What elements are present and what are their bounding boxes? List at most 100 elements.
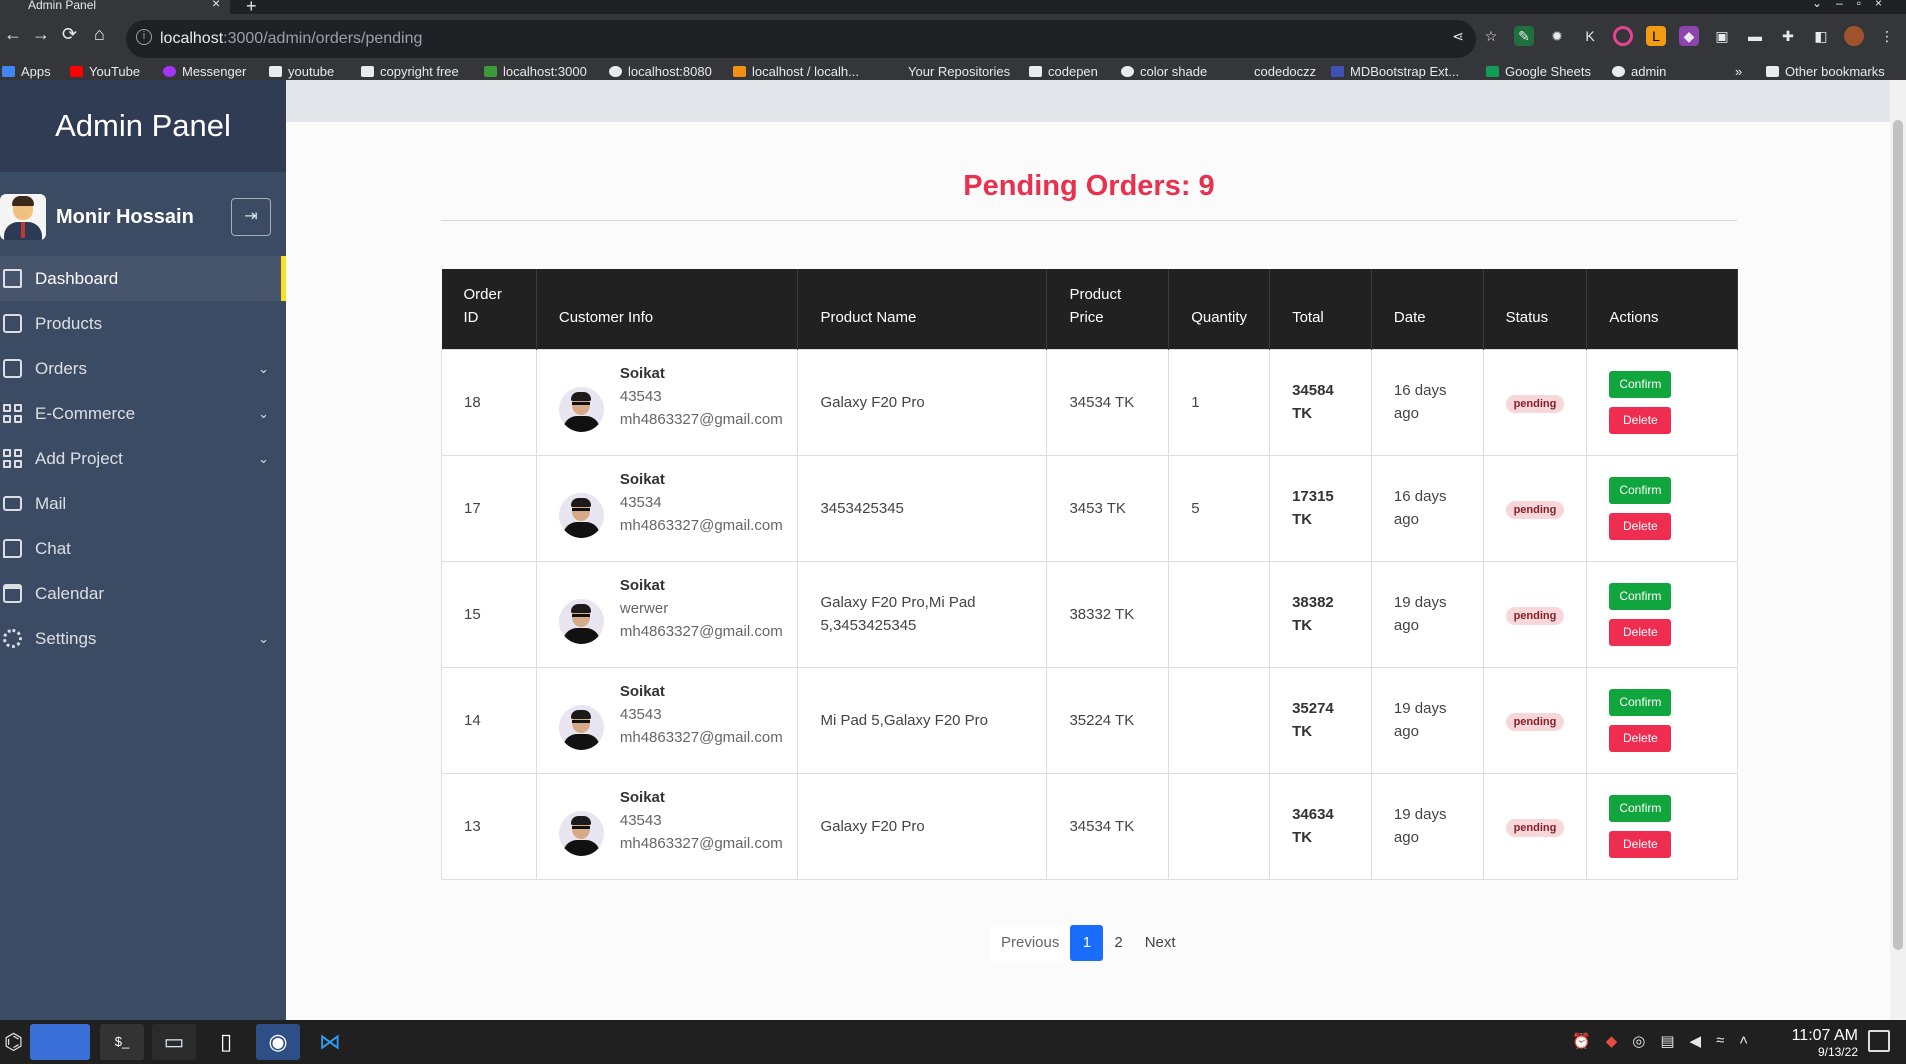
pagination-next[interactable]: Next xyxy=(1134,925,1187,961)
quantity-cell xyxy=(1168,560,1271,668)
sidebar-item-chat[interactable]: Chat xyxy=(0,526,286,571)
back-icon[interactable]: ← xyxy=(4,24,22,45)
delete-button[interactable]: Delete xyxy=(1609,724,1672,752)
menu-dots-icon[interactable]: ⋮ xyxy=(1877,26,1897,46)
show-desktop-icon[interactable] xyxy=(1868,1030,1890,1052)
bookmark-repositories[interactable]: Your Repositories xyxy=(889,64,1010,80)
delete-button[interactable]: Delete xyxy=(1609,830,1672,858)
pagination-page-1[interactable]: 1 xyxy=(1070,925,1104,961)
extension-icon[interactable]: K xyxy=(1580,26,1600,46)
extension-icon[interactable] xyxy=(1613,26,1633,46)
confirm-button[interactable]: Confirm xyxy=(1609,370,1672,398)
chrome-icon[interactable]: ◉ xyxy=(256,1024,300,1060)
sidebar-item-e-commerce[interactable]: E-Commerce ⌄ xyxy=(0,391,286,436)
site-info-icon[interactable]: i xyxy=(136,29,152,45)
confirm-button[interactable]: Confirm xyxy=(1609,476,1672,504)
table-row: 15 Soikat werwer mh4863327@gmail.com Gal… xyxy=(441,560,1738,668)
file-manager-icon[interactable]: ▭ xyxy=(152,1024,196,1060)
vscode-icon[interactable]: ⋈ xyxy=(308,1024,352,1060)
address-bar[interactable]: i localhost:3000/admin/orders/pending xyxy=(126,20,1476,58)
share-icon[interactable]: ⋖ xyxy=(1448,26,1468,46)
col-header-date[interactable]: Date xyxy=(1371,269,1484,349)
system-tray: ⏰ ◆ ◎ ▤ ◀ ≈ ˄ xyxy=(1572,1032,1748,1050)
sidebar-item-dashboard[interactable]: Dashboard xyxy=(0,256,286,301)
actions-cell: Confirm Delete xyxy=(1586,666,1738,774)
window-controls[interactable]: ⌄–▫× xyxy=(1812,0,1896,10)
bookmark-color-shade[interactable]: color shade xyxy=(1121,64,1207,80)
extension-icon[interactable]: ✹ xyxy=(1547,26,1567,46)
profile-avatar-icon[interactable] xyxy=(1844,26,1864,46)
col-header-order-id[interactable]: Order ID xyxy=(441,269,537,349)
pagination-page-2[interactable]: 2 xyxy=(1103,925,1133,961)
tray-expand-icon[interactable]: ˄ xyxy=(1739,1032,1748,1050)
forward-icon[interactable]: → xyxy=(32,24,50,45)
pagination-previous[interactable]: Previous xyxy=(990,925,1071,961)
bookmark-localhost-3000[interactable]: localhost:3000 xyxy=(484,64,587,80)
customer-email: mh4863327@gmail.com xyxy=(619,411,783,428)
bookmark-youtube-folder[interactable]: youtube xyxy=(269,64,334,80)
tab-close-icon[interactable]: × xyxy=(212,0,220,10)
volume-icon[interactable]: ◀ xyxy=(1690,1032,1702,1050)
bookmark-localhost-8080[interactable]: localhost:8080 xyxy=(609,64,712,80)
col-header-product-name[interactable]: Product Name xyxy=(797,269,1048,349)
star-icon[interactable]: ☆ xyxy=(1481,26,1501,46)
sidebar-item-settings[interactable]: Settings ⌄ xyxy=(0,616,286,661)
other-bookmarks[interactable]: Other bookmarks xyxy=(1766,64,1885,80)
sidebar-item-calendar[interactable]: Calendar xyxy=(0,571,286,616)
bookmark-messenger[interactable]: Messenger xyxy=(163,64,246,80)
logout-button[interactable]: ⇥ xyxy=(231,198,271,236)
confirm-button[interactable]: Confirm xyxy=(1609,688,1672,716)
col-header-status[interactable]: Status xyxy=(1483,269,1588,349)
sidebar: Admin Panel Monir Hossain ⇥ Dashboard Pr… xyxy=(0,80,286,1020)
bookmark-codepen[interactable]: codepen xyxy=(1029,64,1098,80)
document-viewer-icon[interactable]: ▯ xyxy=(204,1024,248,1060)
wifi-icon[interactable]: ≈ xyxy=(1716,1032,1724,1050)
bookmark-admin[interactable]: admin xyxy=(1612,64,1666,80)
bookmark-copyright-free[interactable]: copyright free xyxy=(361,64,459,80)
sidepanel-icon[interactable]: ◧ xyxy=(1811,26,1831,46)
extension-icon[interactable]: ◆ xyxy=(1679,26,1699,46)
customer-avatar xyxy=(558,493,604,538)
col-header-quantity[interactable]: Quantity xyxy=(1168,269,1271,349)
extension-icon[interactable]: ✎ xyxy=(1514,26,1534,46)
browser-tab[interactable]: Admin Panel × xyxy=(0,0,230,14)
extension-icon[interactable]: ▬ xyxy=(1745,26,1765,46)
home-button-icon[interactable]: ⌂ xyxy=(94,24,105,45)
delete-button[interactable]: Delete xyxy=(1609,512,1672,540)
terminal-icon[interactable]: $_ xyxy=(100,1024,144,1060)
delete-button[interactable]: Delete xyxy=(1609,618,1672,646)
col-header-customer-info[interactable]: Customer Info xyxy=(536,269,799,349)
folder-icon xyxy=(1766,66,1779,77)
notifications-icon[interactable]: ⏰ xyxy=(1572,1032,1591,1050)
sidebar-item-mail[interactable]: Mail xyxy=(0,481,286,526)
bookmark-apps[interactable]: Apps xyxy=(2,64,51,80)
bookmark-mdbootstrap[interactable]: MDBootstrap Ext... xyxy=(1331,64,1459,80)
bookmarks-bar: Apps YouTube Messenger youtube copyright… xyxy=(0,64,1906,80)
clipboard-icon[interactable]: ▤ xyxy=(1660,1032,1674,1050)
workspace-pager-icon[interactable] xyxy=(30,1024,90,1060)
bookmark-google-sheets[interactable]: Google Sheets xyxy=(1486,64,1591,80)
col-header-product-price[interactable]: Product Price xyxy=(1046,269,1170,349)
sidebar-item-products[interactable]: Products xyxy=(0,301,286,346)
app-tray-icon[interactable]: ◆ xyxy=(1606,1032,1618,1050)
sidebar-item-add-project[interactable]: Add Project ⌄ xyxy=(0,436,286,481)
taskbar-clock[interactable]: 11:07 AM 9/13/22 xyxy=(1778,1027,1858,1061)
reload-icon[interactable]: ⟳ xyxy=(62,24,77,45)
col-header-total[interactable]: Total xyxy=(1269,269,1372,349)
sync-icon[interactable]: ◎ xyxy=(1632,1032,1645,1050)
bookmark-codedoczz[interactable]: codedoczz xyxy=(1235,64,1316,80)
delete-button[interactable]: Delete xyxy=(1609,406,1672,434)
bookmark-youtube[interactable]: YouTube xyxy=(70,64,140,80)
puzzle-icon[interactable]: ✚ xyxy=(1778,26,1798,46)
confirm-button[interactable]: Confirm xyxy=(1609,794,1672,822)
url-text[interactable]: localhost:3000/admin/orders/pending xyxy=(160,30,422,48)
sidebar-item-orders[interactable]: Orders ⌄ xyxy=(0,346,286,391)
bookmarks-overflow-icon[interactable]: » xyxy=(1735,64,1742,80)
confirm-button[interactable]: Confirm xyxy=(1609,582,1672,610)
scrollbar-thumb[interactable] xyxy=(1893,120,1903,950)
sidebar-brand[interactable]: Admin Panel xyxy=(0,80,286,172)
extension-icon[interactable]: ▣ xyxy=(1712,26,1732,46)
extension-icon[interactable]: L xyxy=(1646,26,1666,46)
bookmark-phpmyadmin[interactable]: localhost / localh... xyxy=(733,64,859,80)
page-scrollbar[interactable] xyxy=(1890,80,1906,1020)
